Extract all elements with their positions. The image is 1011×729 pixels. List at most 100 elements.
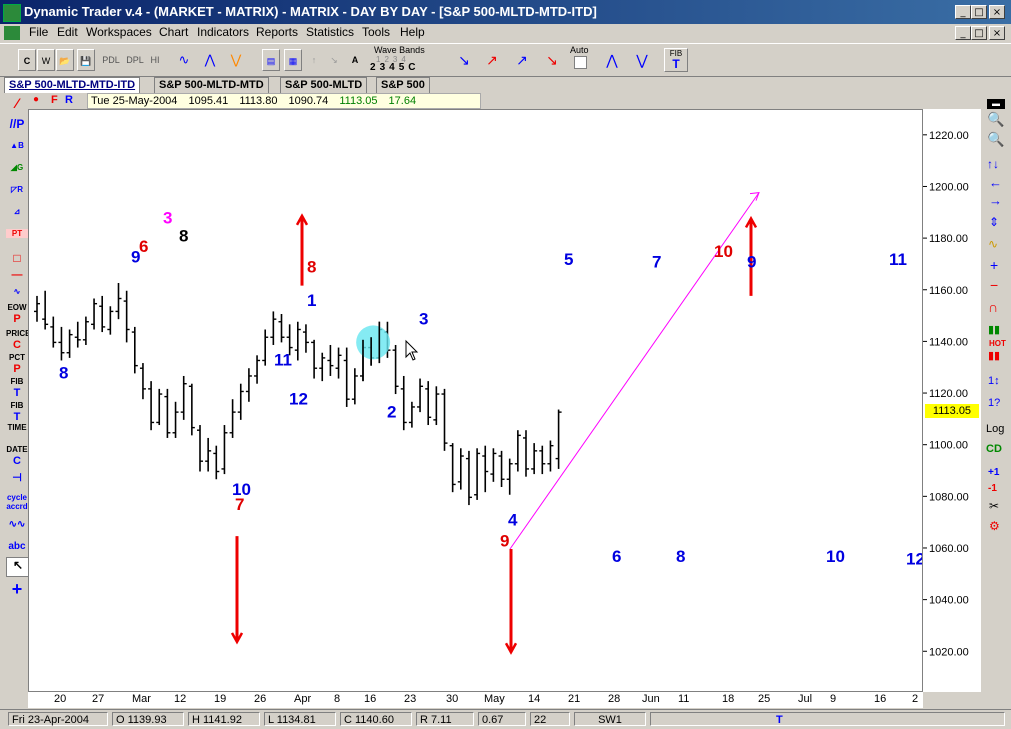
workspace-button[interactable]: W (37, 49, 55, 71)
parallel-tool-icon[interactable]: //P (6, 117, 28, 131)
layout-1-icon[interactable]: ▤ (262, 49, 280, 71)
wave-cycle-icon[interactable]: ∿∿ (6, 519, 28, 530)
pointer-tool-icon[interactable]: ↖ (6, 557, 30, 577)
doc-minimize-button[interactable]: _ (955, 26, 971, 40)
fib-label-1: FIB (10, 377, 24, 386)
open-folder-icon[interactable]: 📂 (56, 49, 74, 71)
menu-file[interactable]: File (29, 25, 48, 39)
ohlc-bar (58, 326, 65, 361)
price-tick-label: 1060.00 (929, 543, 969, 555)
fit-vertical-icon[interactable]: ⇕ (989, 215, 999, 229)
minus-one-button[interactable]: -1 (988, 483, 997, 494)
red-line-tool-icon[interactable]: ⁄ (6, 95, 28, 111)
pattern-1-icon[interactable]: ⋀ (600, 49, 624, 71)
tab-sp500[interactable]: S&P 500 (376, 77, 430, 93)
dpl-button[interactable]: DPL (124, 49, 146, 71)
menu-help[interactable]: Help (400, 25, 425, 39)
menu-edit[interactable]: Edit (57, 25, 78, 39)
add-icon[interactable]: + (990, 257, 998, 273)
auto-checkbox[interactable] (574, 56, 587, 69)
zoom-out-icon[interactable]: 🔍 (987, 131, 1004, 148)
scroll-right-icon[interactable]: → (989, 193, 1002, 208)
menu-chart[interactable]: Chart (159, 25, 188, 39)
pattern-2-icon[interactable]: ⋁ (630, 49, 654, 71)
wave-tool-left-icon[interactable]: ∿ (6, 287, 28, 296)
date-tick-label: 14 (528, 693, 541, 705)
pdl-button[interactable]: PDL (100, 49, 122, 71)
maximize-button[interactable]: □ (971, 5, 987, 19)
hi-button[interactable]: HI (148, 49, 162, 71)
fib-t-2[interactable]: T (6, 411, 28, 423)
ohlc-bar (278, 313, 285, 343)
gear-icon[interactable]: ⚙ (989, 519, 1000, 533)
chart-button[interactable]: C (18, 49, 36, 71)
scissors-icon[interactable]: ✂ (989, 499, 999, 513)
pct-c[interactable]: C (6, 339, 28, 351)
crosshair-tool-icon[interactable]: + (6, 579, 28, 600)
price-p[interactable]: P (6, 313, 28, 325)
minimize-button[interactable]: _ (955, 5, 971, 19)
cycle-tool-icon[interactable]: ⊣ (6, 471, 28, 484)
menu-tools[interactable]: Tools (362, 25, 390, 39)
tab-mltd-mtd-itd[interactable]: S&P 500-MLTD-MTD-ITD (4, 77, 141, 93)
t-tool-icon[interactable]: ⊿ (6, 207, 28, 216)
hline-tool-icon[interactable]: — (6, 269, 28, 281)
doc-close-button[interactable]: × (989, 26, 1005, 40)
doc-restore-button[interactable]: □ (971, 26, 987, 40)
wave-a-button[interactable]: A (349, 49, 361, 71)
layout-2-icon[interactable]: ▦ (284, 49, 302, 71)
eow-label[interactable]: EOW (6, 303, 28, 312)
abc-tool[interactable]: abc (6, 541, 28, 552)
marker-icon[interactable]: 1↕ (988, 375, 1000, 387)
remove-icon[interactable]: − (990, 277, 998, 293)
fib-t-button[interactable]: FIB T (664, 48, 688, 72)
fib-t-1[interactable]: T (6, 387, 28, 399)
close-button[interactable]: × (989, 5, 1005, 19)
menu-statistics[interactable]: Statistics (306, 25, 354, 39)
zoom-in-icon[interactable]: 🔍 (987, 111, 1004, 128)
swing-tool-4-icon[interactable]: ↘ (540, 49, 564, 71)
ohlc-bar (34, 295, 40, 322)
g-tool-icon[interactable]: ◢G (6, 163, 28, 172)
wave-tool-icon[interactable]: ∿ (172, 49, 196, 71)
swing-tool-2-icon[interactable]: ↗ (480, 49, 504, 71)
date-c[interactable]: C (6, 455, 28, 467)
box-tool-icon[interactable]: □ (6, 251, 28, 265)
pt-tool[interactable]: PT (6, 229, 28, 238)
ohlc-bar (188, 383, 195, 436)
save-icon[interactable]: 💾 (77, 49, 95, 71)
fib-p[interactable]: P (6, 363, 28, 375)
wave-tool-2-icon[interactable]: ⋀ (198, 49, 222, 71)
scroll-left-icon[interactable]: ← (989, 175, 1002, 190)
swing-tool-3-icon[interactable]: ↗ (510, 49, 534, 71)
swing-tool-1-icon[interactable]: ↘ (452, 49, 476, 71)
tab-mltd-mtd[interactable]: S&P 500-MLTD-MTD (154, 77, 269, 93)
menu-indicators[interactable]: Indicators (197, 25, 249, 39)
wave-tool-3-icon[interactable]: ⋁ (224, 49, 248, 71)
hot-label[interactable]: HOT (989, 339, 1006, 348)
magnet-icon[interactable]: ∩ (988, 299, 998, 315)
question-icon[interactable]: 1? (988, 397, 1000, 409)
flag-r[interactable]: R (65, 94, 73, 106)
wave-bands-row2[interactable]: 2345C (370, 62, 419, 73)
date-tick-label: 21 (568, 693, 581, 705)
bar-toggle-icon[interactable]: ▬ (987, 99, 1005, 109)
bars-down-icon[interactable]: ▮▮ (988, 349, 1000, 362)
flag-f[interactable]: F (51, 94, 58, 106)
plus-one-button[interactable]: +1 (988, 467, 999, 478)
tab-mltd[interactable]: S&P 500-MLTD (280, 77, 368, 93)
menu-reports[interactable]: Reports (256, 25, 298, 39)
wave-overlay-icon[interactable]: ∿ (988, 237, 998, 251)
r-tool-icon[interactable]: ◸R (6, 185, 28, 194)
doc-icon[interactable] (4, 26, 20, 40)
date-tick-label: 18 (722, 693, 735, 705)
b-tool-icon[interactable]: ▲B (6, 141, 28, 150)
bars-up-icon[interactable]: ▮▮ (988, 323, 1000, 336)
scroll-vertical-icon[interactable]: ↑↓ (987, 157, 999, 171)
menu-workspaces[interactable]: Workspaces (86, 25, 152, 39)
chart-canvas[interactable]: 3869810711128132495 7109 116 8 10 12 (29, 110, 922, 691)
cd-button[interactable]: CD (986, 443, 1002, 455)
price-chart[interactable]: 3 8 6 9 8 10 7 11 12 8 1 3 2 4 9 5 7 10 9 11 6 8 10 12 (28, 109, 923, 692)
price-tick-label: 1040.00 (929, 595, 969, 607)
log-button[interactable]: Log (986, 423, 1004, 435)
